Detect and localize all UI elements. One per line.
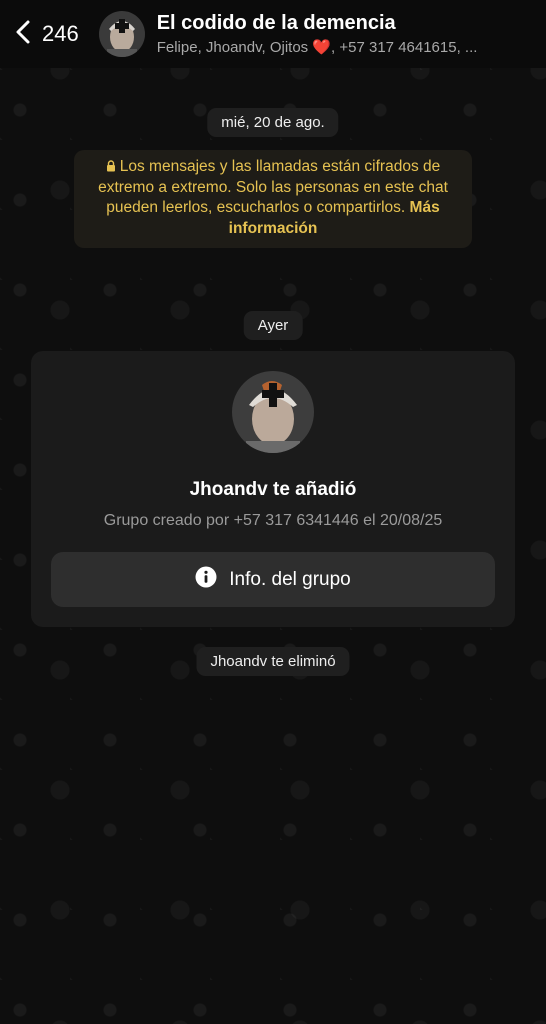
members-prefix: Felipe, Jhoandv, Ojitos [156,39,313,56]
day-chip: Ayer [243,311,303,340]
chat-title: El codido de la demencia [156,12,396,34]
info-icon [195,566,229,593]
chat-members: Felipe, Jhoandv, Ojitos ❤️, +57 317 4641… [157,38,478,56]
heart-icon: ❤️ [312,39,332,56]
unread-count: 246 [42,21,79,46]
date-chip: mié, 20 de ago. [207,108,339,137]
encryption-notice[interactable]: Los mensajes y las llamadas están cifrad… [74,150,472,248]
group-created-subtitle: Grupo creado por +57 317 6341446 el 20/0… [103,512,443,529]
group-info-button[interactable]: Info. del grupo [51,552,495,607]
back-button[interactable]: 246 [14,19,79,50]
lock-icon [106,158,116,172]
encryption-text: Los mensajes y las llamadas están cifrad… [98,158,448,216]
removed-chip: Jhoandv te eliminó [196,647,350,676]
group-created-card: Jhoandv te añadió Grupo creado por +57 3… [31,351,515,627]
group-added-title: Jhoandv te añadió [189,479,357,500]
chat-header: 246 El codido de la demencia Felipe, Jho… [0,0,546,68]
chat-title-block[interactable]: El codido de la demencia Felipe, Jhoandv… [157,12,478,56]
group-avatar[interactable] [98,11,145,57]
members-suffix: , +57 317 4641615, ... [331,39,478,56]
group-info-label: Info. del grupo [229,568,351,590]
chevron-left-icon [14,19,32,50]
group-avatar-large[interactable] [232,371,314,453]
